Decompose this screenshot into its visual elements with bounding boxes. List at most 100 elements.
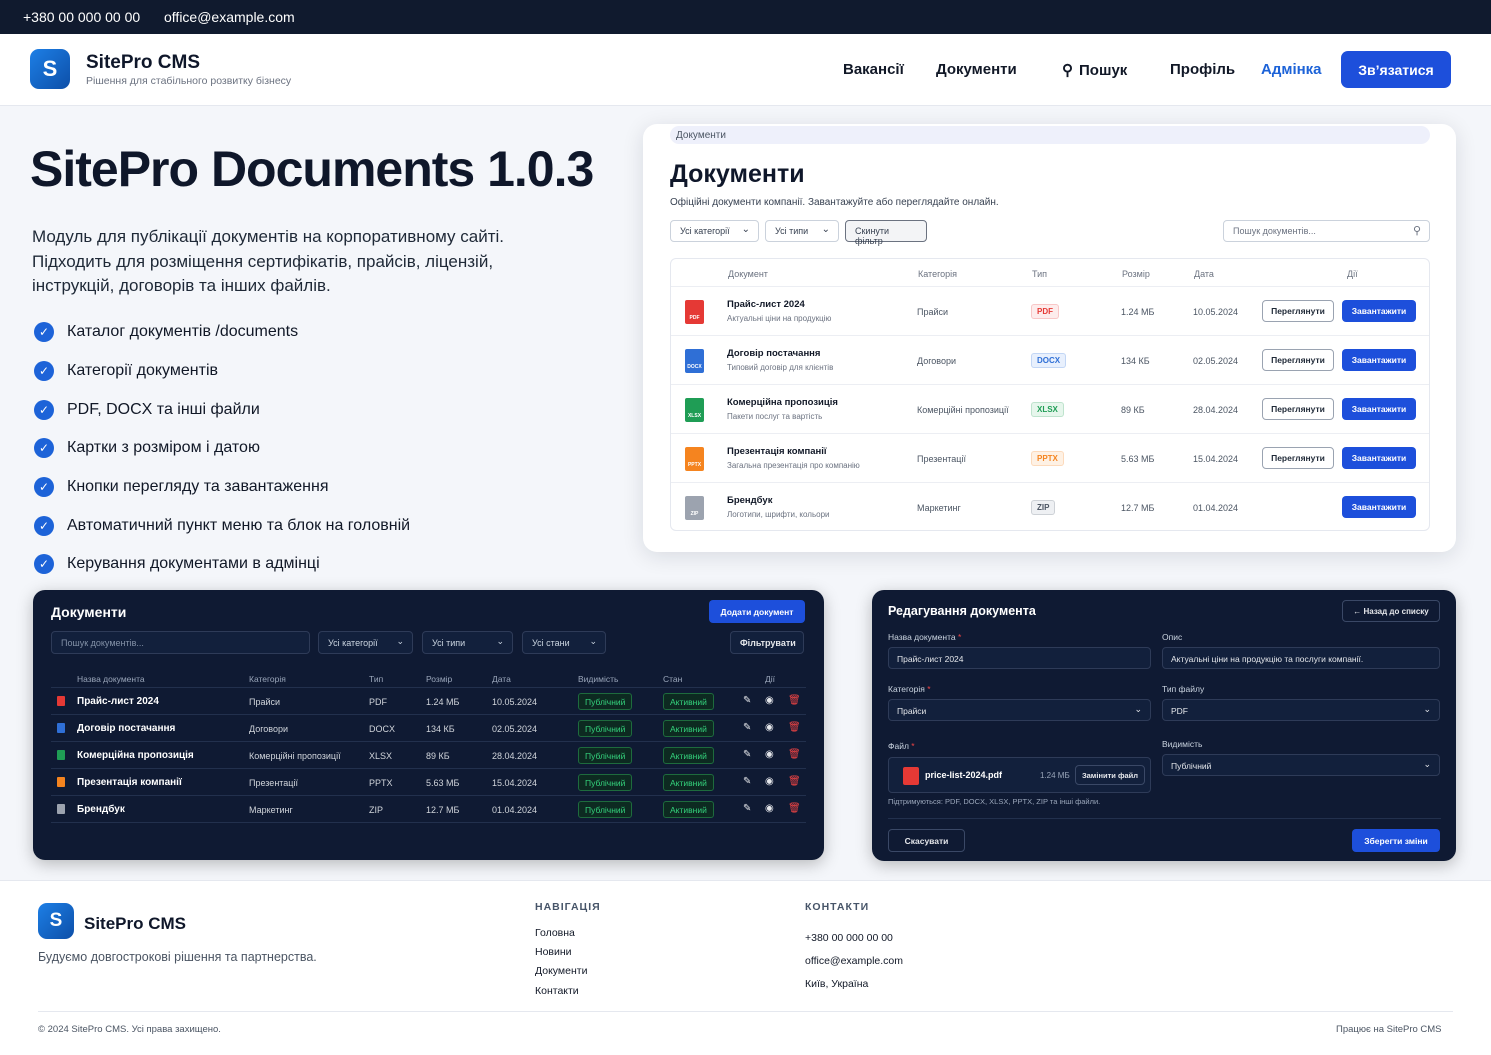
trash-icon[interactable]: 🗑 — [788, 749, 801, 760]
view-button[interactable]: Переглянути — [1262, 447, 1334, 469]
page-title: SitePro Documents 1.0.3 — [30, 141, 594, 197]
admin-col-date[interactable]: Дата — [492, 674, 511, 684]
footer-nav-link[interactable]: Документи — [535, 965, 587, 977]
document-name[interactable]: Брендбук — [727, 495, 772, 506]
edit-icon[interactable]: ✎ — [743, 722, 751, 733]
nav-profile[interactable]: Профіль — [1170, 61, 1235, 78]
breadcrumb[interactable]: Документи — [670, 126, 1430, 144]
download-button[interactable]: Завантажити — [1342, 349, 1416, 371]
add-document-button[interactable]: Додати документ — [709, 600, 805, 623]
view-button[interactable]: Переглянути — [1262, 398, 1334, 420]
footer-nav-link[interactable]: Контакти — [535, 985, 579, 997]
footer-brand[interactable]: SitePro CMS — [84, 914, 186, 934]
admin-search-input[interactable]: Пошук документів... — [51, 631, 310, 654]
document-size: 1.24 МБ — [1121, 307, 1155, 317]
footer-nav-link[interactable]: Головна — [535, 927, 575, 939]
admin-documents-panel: Документи Додати документ Пошук документ… — [33, 590, 824, 860]
eye-icon[interactable]: ◉ — [765, 776, 774, 787]
document-date: 28.04.2024 — [1193, 405, 1239, 415]
trash-icon[interactable]: 🗑 — [788, 803, 801, 814]
nav-admin[interactable]: Адмінка — [1261, 61, 1322, 78]
description-input[interactable]: Актуальні ціни на продукцію та послуги к… — [1162, 647, 1440, 669]
eye-icon[interactable]: ◉ — [765, 749, 774, 760]
type-badge: XLSX — [1031, 402, 1064, 417]
document-name[interactable]: Прайс-лист 2024 — [727, 299, 805, 310]
footer-phone[interactable]: +380 00 000 00 00 — [805, 932, 893, 944]
nav-vacancies[interactable]: Вакансії — [843, 61, 904, 78]
download-button[interactable]: Завантажити — [1342, 447, 1416, 469]
logo-icon[interactable]: S — [30, 49, 70, 89]
edit-icon[interactable]: ✎ — [743, 803, 751, 814]
trash-icon[interactable]: 🗑 — [788, 695, 801, 706]
name-input[interactable]: Прайс-лист 2024 — [888, 647, 1151, 669]
powered-by[interactable]: Працює на SitePro CMS — [1336, 1024, 1442, 1035]
check-icon: ✓ — [34, 438, 54, 458]
category-select[interactable]: Прайси ⌄ — [888, 699, 1151, 721]
cancel-button[interactable]: Скасувати — [888, 829, 965, 852]
filetype-field-label: Тип файлу — [1162, 684, 1205, 694]
admin-status-filter[interactable]: Усі стани ⌄ — [522, 631, 606, 654]
category-field-label: Категорія * — [888, 684, 931, 694]
admin-document-name[interactable]: Договір постачання — [77, 723, 175, 734]
footer-logo-icon[interactable]: S — [38, 903, 74, 939]
admin-col-visibility: Видимість — [578, 674, 619, 684]
admin-document-date: 15.04.2024 — [492, 778, 538, 788]
eye-icon[interactable]: ◉ — [765, 695, 774, 706]
download-button[interactable]: Завантажити — [1342, 496, 1416, 518]
visibility-badge: Публічний — [578, 747, 633, 764]
document-desc: Пакети послуг та вартість — [727, 412, 823, 421]
visibility-select[interactable]: Публічний ⌄ — [1162, 754, 1440, 776]
topbar-email[interactable]: office@example.com — [164, 9, 295, 25]
topbar-phone[interactable]: +380 00 000 00 00 — [23, 9, 140, 25]
document-search-input[interactable]: Пошук документів... ⚲ — [1223, 220, 1430, 242]
status-badge: Активний — [663, 774, 714, 791]
save-changes-button[interactable]: Зберегти зміни — [1352, 829, 1440, 852]
type-filter[interactable]: Усі типи ⌄ — [765, 220, 839, 242]
chevron-down-icon: ⌄ — [396, 636, 404, 646]
trash-icon[interactable]: 🗑 — [788, 722, 801, 733]
document-name[interactable]: Договір постачання — [727, 348, 820, 359]
type-filter-value: Усі типи — [775, 226, 809, 236]
document-name[interactable]: Презентація компанії — [727, 446, 827, 457]
view-button[interactable]: Переглянути — [1262, 349, 1334, 371]
admin-document-name[interactable]: Презентація компанії — [77, 777, 182, 788]
contact-button[interactable]: Зв’язатися — [1341, 51, 1451, 88]
filetype-select[interactable]: PDF ⌄ — [1162, 699, 1440, 721]
eye-icon[interactable]: ◉ — [765, 803, 774, 814]
admin-document-name[interactable]: Прайс-лист 2024 — [77, 696, 159, 707]
edit-icon[interactable]: ✎ — [743, 776, 751, 787]
admin-document-type: XLSX — [369, 751, 393, 761]
visibility-badge: Публічний — [578, 720, 633, 737]
admin-category-filter[interactable]: Усі категорії ⌄ — [318, 631, 413, 654]
download-button[interactable]: Завантажити — [1342, 300, 1416, 322]
view-button[interactable]: Переглянути — [1262, 300, 1334, 322]
edit-icon[interactable]: ✎ — [743, 749, 751, 760]
file-hint: Підтримуються: PDF, DOCX, XLSX, PPTX, ZI… — [888, 797, 1101, 806]
footer-email[interactable]: office@example.com — [805, 955, 903, 967]
chevron-down-icon: ⌄ — [496, 636, 504, 646]
col-date[interactable]: Дата — [1194, 269, 1214, 279]
check-icon: ✓ — [34, 477, 54, 497]
nav-search[interactable]: ⚲ Пошук — [1062, 61, 1127, 79]
feature-item: ✓ PDF, DOCX та інші файли — [34, 400, 260, 420]
replace-file-button[interactable]: Замінити файл — [1075, 765, 1145, 785]
edit-icon[interactable]: ✎ — [743, 695, 751, 706]
document-name[interactable]: Комерційна пропозиція — [727, 397, 838, 408]
file-icon: PDF — [685, 300, 704, 324]
category-filter[interactable]: Усі категорії ⌄ — [670, 220, 759, 242]
document-category: Договори — [917, 356, 957, 366]
file-field-label: Файл * — [888, 741, 915, 751]
document-row: XLSX Комерційна пропозиція Пакети послуг т… — [671, 384, 1429, 433]
nav-documents[interactable]: Документи — [936, 61, 1017, 78]
trash-icon[interactable]: 🗑 — [788, 776, 801, 787]
apply-filter-button[interactable]: Фільтрувати — [730, 631, 804, 654]
reset-filter-button[interactable]: Скинути фільтр — [845, 220, 927, 246]
eye-icon[interactable]: ◉ — [765, 722, 774, 733]
brand-name[interactable]: SitePro CMS — [86, 52, 200, 74]
admin-type-filter[interactable]: Усі типи ⌄ — [422, 631, 513, 654]
footer-nav-link[interactable]: Новини — [535, 946, 572, 958]
admin-document-name[interactable]: Комерційна пропозиція — [77, 750, 194, 761]
back-to-list-button[interactable]: ← Назад до списку — [1342, 600, 1440, 622]
admin-document-name[interactable]: Брендбук — [77, 804, 125, 815]
download-button[interactable]: Завантажити — [1342, 398, 1416, 420]
